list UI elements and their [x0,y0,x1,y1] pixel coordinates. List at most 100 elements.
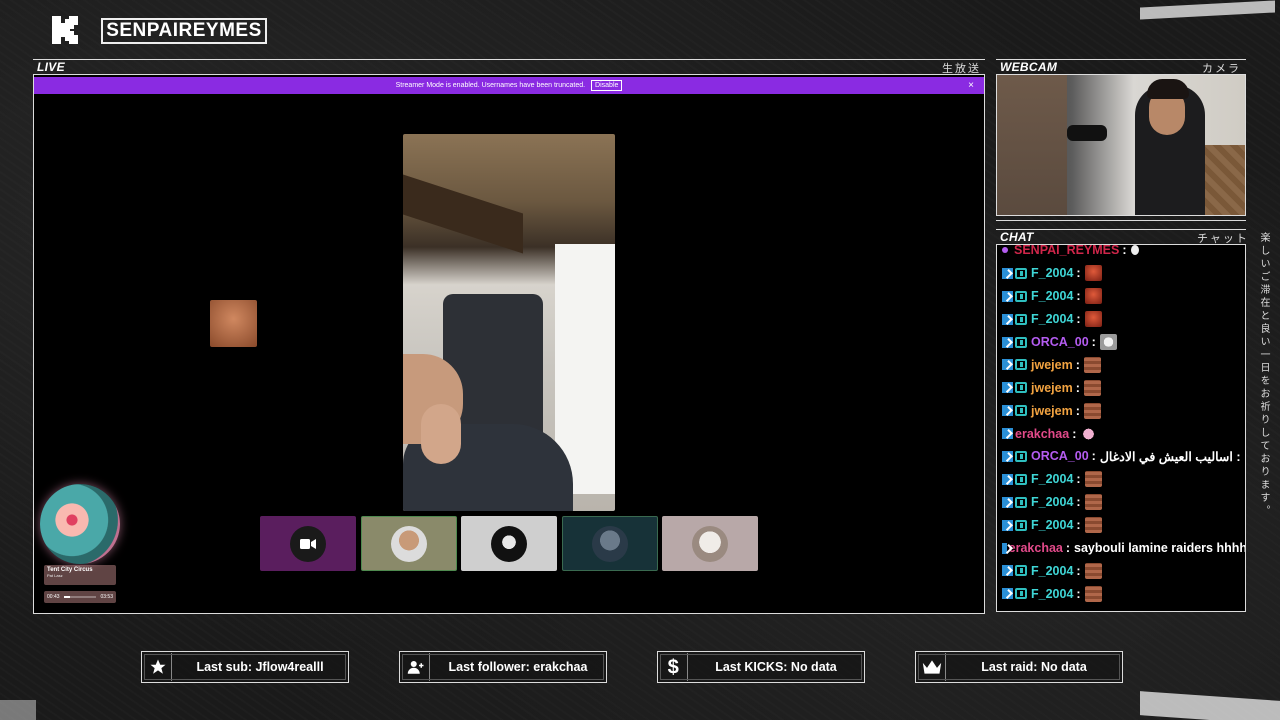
chat-separator: : [1122,244,1127,258]
kick-badge-icon [1002,565,1013,577]
subscriber-badge-icon [1015,473,1027,485]
live-top-line [33,59,985,60]
subscriber-badge-icon [1015,359,1027,371]
chat-username[interactable]: jwejem [1031,381,1073,395]
avatar [391,525,427,562]
camera-off-icon [290,525,326,562]
video-person-hand [421,404,461,464]
music-duration: 03:53 [100,594,113,600]
chat-username[interactable]: ORCA_00 [1031,449,1089,463]
chat-panel: SENPAI_REYMES: F_2004: F_2004: F_2004: ORCA_… [996,244,1246,612]
disable-button[interactable]: Disable [591,80,623,91]
subscriber-badge-icon [1015,336,1027,348]
last-raid-text: Last raid: No data [981,660,1087,674]
music-album-art [40,484,120,564]
kick-badge-icon [1002,542,1007,554]
kick-badge-icon [1002,473,1013,485]
chat-username[interactable]: F_2004 [1031,587,1073,601]
crown-icon [918,653,946,681]
chat-separator: : [1075,403,1080,418]
participant-tile-3[interactable] [461,516,557,571]
chat-separator: : [1076,289,1081,304]
brown-emote-icon [1084,517,1102,534]
main-video-feed[interactable] [403,134,615,511]
subscriber-badge-icon [1015,496,1027,508]
chat-message: F_2004: [997,468,1245,491]
brown-emote-icon [1084,585,1102,602]
subscriber-badge-icon [1015,382,1027,394]
music-progress: 00:43 03:53 [44,591,116,603]
webcam-top-line [996,59,1246,60]
chat-message: F_2004: [997,559,1245,582]
last-follower-text: Last follower: erakchaa [448,660,588,674]
chat-message: jwejem: [997,353,1245,376]
chat-separator: : [1076,472,1081,487]
chat-username[interactable]: F_2004 [1031,518,1073,532]
kick-badge-icon [1002,267,1013,279]
subscriber-badge-icon [1015,588,1027,600]
chat-username[interactable]: ORCA_00 [1031,335,1089,349]
chat-message: erakchaa: saybouli lamine raiders hhhh [997,537,1245,560]
chat-username[interactable]: F_2004 [1031,472,1073,486]
chat-separator: : [1076,312,1081,327]
chat-message: F_2004: [997,582,1245,605]
banner-message: Streamer Mode is enabled. Usernames have… [395,82,586,89]
participant-tile-2[interactable] [361,516,457,571]
last-kicks-text: Last KICKS: No data [715,660,837,674]
chat-username[interactable]: F_2004 [1031,564,1073,578]
chat-separator: : [1076,563,1081,578]
chat-username[interactable]: jwejem [1031,404,1073,418]
chat-username[interactable]: erakchaa [1009,541,1063,555]
chat-list: SENPAI_REYMES: F_2004: F_2004: F_2004: ORCA_… [997,245,1245,605]
chat-separator: : [1072,426,1077,441]
red-emote-icon [1084,288,1102,305]
channel-name: SENPAIREYMES [101,18,267,44]
chat-message: F_2004: [997,514,1245,537]
chat-message: SENPAI_REYMES: [997,244,1245,262]
chat-username[interactable]: F_2004 [1031,266,1073,280]
streamer-mode-banner: Streamer Mode is enabled. Usernames have… [34,77,984,94]
brown-emote-icon [1083,379,1101,396]
participant-tile-5[interactable] [662,516,758,571]
chat-username[interactable]: jwejem [1031,358,1073,372]
chat-message-text: اساليب العيش في الادغال : [1099,449,1241,464]
brown-emote-icon [1083,356,1101,373]
chat-username[interactable]: erakchaa [1015,427,1069,441]
red-emote-icon [1084,311,1102,328]
cam-microphone [1067,125,1107,141]
chat-message: F_2004: [997,308,1245,331]
scratch-bottom-left [0,700,36,720]
chat-username[interactable]: SENPAI_REYMES [1014,245,1119,257]
chat-message: ORCA_00: اساليب العيش في الادغال : [997,445,1245,468]
brown-emote-icon [1084,494,1102,511]
music-track [64,596,96,598]
chat-username[interactable]: F_2004 [1031,495,1073,509]
kick-logo-icon [52,16,78,44]
kick-badge-icon [1002,496,1013,508]
banner-close-icon[interactable]: × [968,77,974,94]
brown-emote-icon [1084,471,1102,488]
subscriber-badge-icon [1015,565,1027,577]
chat-message: erakchaa: [997,422,1245,445]
participant-tile-1[interactable] [260,516,356,571]
music-info: Tent City Circus Pat Lasz [44,565,116,585]
floating-emote [210,300,257,347]
last-raid-box: Last raid: No data [915,651,1123,683]
subscriber-badge-icon [1015,405,1027,417]
chat-separator: : [1065,541,1071,556]
subscriber-badge-icon [1015,267,1027,279]
chat-username[interactable]: F_2004 [1031,289,1073,303]
music-elapsed: 00:43 [47,594,60,600]
chat-label: CHAT [1000,230,1034,244]
last-sub-text: Last sub: Jflow4realll [196,660,324,674]
kick-badge-icon [1002,290,1013,302]
webcam-feed[interactable] [996,74,1246,216]
brown-emote-icon [1084,562,1102,579]
chat-separator: : [1076,495,1081,510]
participant-tile-4[interactable] [562,516,658,571]
last-follower-box: Last follower: erakchaa [399,651,607,683]
chat-username[interactable]: F_2004 [1031,312,1073,326]
chat-message: F_2004: [997,491,1245,514]
dollar-icon: $ [660,653,688,681]
chat-separator: : [1076,586,1081,601]
